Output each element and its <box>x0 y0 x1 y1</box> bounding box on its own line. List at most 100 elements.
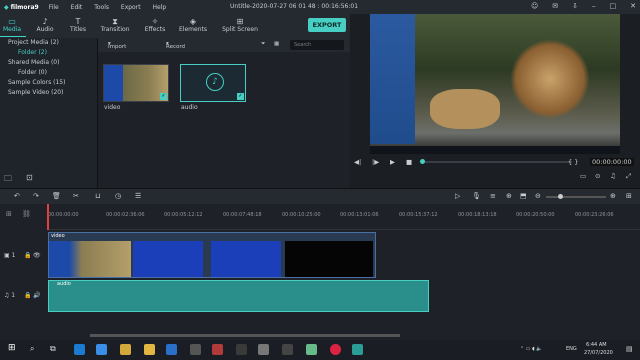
close-icon[interactable]: ✕ <box>630 2 636 10</box>
eye-icon[interactable]: 👁 <box>33 252 41 259</box>
zoom-out-icon[interactable]: ⊖ <box>535 192 541 200</box>
menu-file[interactable]: File <box>49 4 59 11</box>
tab-transition[interactable]: ⧗ Transition <box>95 17 135 33</box>
app-icon-7[interactable] <box>306 344 317 355</box>
filter-icon[interactable]: ⏷ <box>261 41 265 48</box>
tab-elements[interactable]: ◈ Elements <box>173 17 213 33</box>
app-icon-5[interactable] <box>258 344 269 355</box>
fullscreen-icon[interactable]: ⤢ <box>626 172 631 181</box>
import-button[interactable]: Import ▾ <box>108 41 126 50</box>
account-icon[interactable]: ☺ <box>531 2 538 10</box>
filmora-icon[interactable] <box>352 344 363 355</box>
timeline-ruler[interactable]: ⊞ ⛓ 00:00:00:00 00:00:02:36:06 00:00:05:… <box>0 204 640 340</box>
music-note-icon: ♪ <box>206 73 224 91</box>
media-panel <box>98 38 350 188</box>
marker-icon[interactable]: ⬒ <box>520 192 527 200</box>
menu-export[interactable]: Export <box>121 4 141 11</box>
media-thumb-video[interactable]: ✓ <box>103 64 169 102</box>
effects-icon: ✧ <box>151 17 159 26</box>
task-view-icon[interactable]: ⧉ <box>50 344 56 354</box>
grid-view-icon[interactable]: ▦ <box>274 41 279 47</box>
transition-icon: ⧗ <box>112 17 118 26</box>
library-item-sample-colors[interactable]: Sample Colors (15) <box>0 78 97 88</box>
playhead-handle[interactable] <box>420 159 425 164</box>
lock-icon[interactable]: 🔒 <box>24 292 31 299</box>
zoom-slider[interactable] <box>546 196 606 198</box>
add-track-icon[interactable]: ⊞ <box>6 210 12 218</box>
file-explorer-icon[interactable] <box>144 344 155 355</box>
snapshot-icon[interactable]: ⊙ <box>595 172 600 180</box>
stop-icon[interactable]: ■ <box>406 158 412 166</box>
mic-icon[interactable]: 🎙 <box>472 192 481 200</box>
menu-tools[interactable]: Tools <box>94 4 109 11</box>
library-item-sample-video[interactable]: Sample Video (20) <box>0 88 97 98</box>
download-icon[interactable]: ⇩ <box>572 2 578 10</box>
tab-effects[interactable]: ✧ Effects <box>135 17 175 33</box>
app-icon-4[interactable] <box>236 344 247 355</box>
desktop-icons-area <box>370 14 415 144</box>
record-button[interactable]: Record ▾ <box>166 41 185 50</box>
timeline-scrollbar[interactable] <box>90 334 400 337</box>
app-icon-2[interactable] <box>190 344 201 355</box>
redo-icon[interactable]: ↷ <box>33 192 39 200</box>
app-icon-3[interactable] <box>212 344 223 355</box>
undo-icon[interactable]: ↶ <box>14 192 20 200</box>
minimize-icon[interactable]: – <box>592 2 596 10</box>
tab-split-screen[interactable]: ⊞ Split Screen <box>218 17 262 33</box>
volume-icon[interactable]: ♫ <box>610 172 616 180</box>
library-item-shared-folder[interactable]: Folder (0) <box>0 68 97 78</box>
display-icon[interactable]: ▭ <box>580 172 586 180</box>
language-indicator[interactable]: ENG <box>566 346 577 352</box>
app-icon-1[interactable] <box>166 344 177 355</box>
library-item-shared-media[interactable]: Shared Media (0) <box>0 58 97 68</box>
playback-progress[interactable] <box>422 161 572 163</box>
app-icon-6[interactable] <box>282 344 293 355</box>
snap-icon[interactable]: ⊕ <box>506 192 512 200</box>
fit-icon[interactable]: ⊞ <box>626 192 632 200</box>
export-button[interactable]: EXPORT <box>308 18 346 32</box>
mail-icon[interactable]: ✉ <box>552 2 558 10</box>
link-icon[interactable]: ⛓ <box>22 210 31 218</box>
play-icon[interactable]: ▶ <box>390 158 395 166</box>
clock-date[interactable]: 27/07/2020 <box>584 350 613 356</box>
cut-icon[interactable]: ✂ <box>73 192 79 200</box>
library-footer: 🗀 ⊡ <box>4 173 33 187</box>
search-input[interactable]: Search <box>290 40 344 50</box>
play-back-icon[interactable]: |▶ <box>372 158 379 166</box>
notification-icon[interactable]: ▤ <box>626 345 633 353</box>
mixer-icon[interactable]: ≡ <box>490 192 496 200</box>
adjust-icon[interactable]: ☰ <box>135 192 141 200</box>
mail-app-icon[interactable] <box>120 344 131 355</box>
speaker-icon[interactable]: 🔊 <box>33 292 40 299</box>
lock-icon[interactable]: 🔒 <box>24 252 31 259</box>
library-item-folder[interactable]: Folder (2) <box>0 48 97 58</box>
chrome-icon[interactable] <box>330 344 341 355</box>
audio-clip[interactable]: audio <box>48 280 429 312</box>
zoom-in-icon[interactable]: ⊕ <box>610 192 616 200</box>
new-folder-icon[interactable]: 🗀 <box>4 173 12 187</box>
menu-edit[interactable]: Edit <box>71 4 83 11</box>
tray-icons[interactable]: ⌃ ▭ ◖ 🔈 <box>520 346 543 352</box>
delete-icon[interactable]: 🗑 <box>52 192 61 200</box>
store-icon[interactable] <box>96 344 107 355</box>
import-folder-icon[interactable]: ⊡ <box>26 173 33 187</box>
prev-frame-icon[interactable]: ◀| <box>354 158 361 166</box>
search-icon[interactable]: ⌕ <box>30 344 34 354</box>
edge-icon[interactable] <box>74 344 85 355</box>
ruler-label: 00:00:15:37:12 <box>399 212 438 218</box>
in-out-marks[interactable]: { } <box>568 158 578 166</box>
menu-help[interactable]: Help <box>152 4 166 11</box>
maximize-icon[interactable]: □ <box>610 2 617 10</box>
speed-icon[interactable]: ◷ <box>115 192 121 200</box>
library-item-project-media[interactable]: Project Media (2) <box>0 38 97 48</box>
tab-titles[interactable]: T Titles <box>58 17 98 33</box>
media-library-panel: Project Media (2) Folder (2) Shared Medi… <box>0 38 98 188</box>
zoom-handle[interactable] <box>558 194 563 199</box>
crop-icon[interactable]: ⊔ <box>95 192 100 200</box>
video-clip[interactable]: video <box>48 232 376 278</box>
title-bar: ◆ filmora9 File Edit Tools Export Help Un… <box>0 0 640 14</box>
media-thumb-audio[interactable]: ♪ ✓ <box>180 64 246 102</box>
clock-time[interactable]: 6:44 AM <box>586 342 607 348</box>
render-icon[interactable]: ▷ <box>455 192 460 200</box>
start-icon[interactable]: ⊞ <box>8 343 16 353</box>
